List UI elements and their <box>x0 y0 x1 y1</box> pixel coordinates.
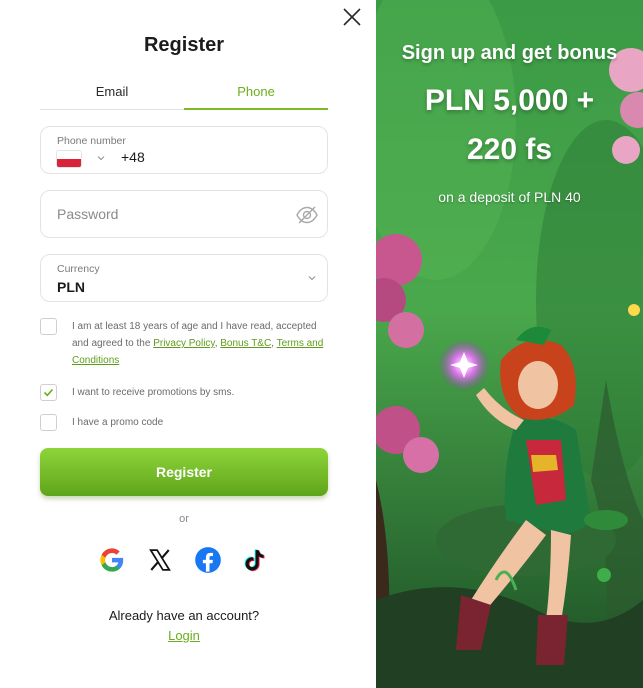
promo-deposit-condition: on a deposit of PLN 40 <box>438 189 581 205</box>
register-tabs: Email Phone <box>40 82 328 110</box>
currency-label: Currency <box>57 263 100 275</box>
register-panel: Register Email Phone Phone number +48 Cu… <box>0 0 376 688</box>
register-button[interactable]: Register <box>40 448 328 496</box>
x-icon[interactable] <box>146 546 174 574</box>
promo-banner: Sign up and get bonus PLN 5,000 + 220 fs… <box>376 0 643 688</box>
bonus-tc-link[interactable]: Bonus T&C <box>220 338 271 349</box>
eye-off-icon[interactable] <box>295 203 319 227</box>
social-login <box>96 546 276 574</box>
promo-code-checkbox[interactable] <box>40 414 57 431</box>
terms-text: I am at least 18 years of age and I have… <box>72 321 324 366</box>
account-question: Already have an account? <box>108 608 260 623</box>
sms-promotions-text: I want to receive promotions by sms. <box>72 387 235 398</box>
chevron-down-icon[interactable] <box>96 153 106 163</box>
currency-value[interactable]: PLN <box>57 279 85 295</box>
poland-flag-icon[interactable] <box>57 151 81 167</box>
tab-phone[interactable]: Phone <box>184 82 328 110</box>
close-icon[interactable] <box>340 5 364 29</box>
checkmark-icon <box>43 388 54 397</box>
promo-title: Sign up and get bonus <box>401 42 618 64</box>
password-field[interactable] <box>40 190 328 238</box>
sms-promotions-row: I want to receive promotions by sms. <box>40 384 330 401</box>
chevron-down-icon[interactable] <box>307 273 317 283</box>
login-link[interactable]: Login <box>40 628 328 643</box>
terms-checkbox[interactable] <box>40 318 57 335</box>
password-input[interactable] <box>57 191 277 237</box>
phone-country-code[interactable]: +48 <box>121 149 145 165</box>
currency-select[interactable]: Currency PLN <box>40 254 328 302</box>
privacy-policy-link[interactable]: Privacy Policy <box>153 338 215 349</box>
promo-free-spins: 220 fs <box>466 133 553 166</box>
tab-email[interactable]: Email <box>40 82 184 110</box>
sms-promotions-checkbox[interactable] <box>40 384 57 401</box>
tiktok-icon[interactable] <box>242 546 270 574</box>
modal-title: Register <box>143 34 225 56</box>
phone-number-label: Phone number <box>57 135 126 147</box>
google-icon[interactable] <box>98 546 126 574</box>
promo-code-text: I have a promo code <box>72 417 164 428</box>
or-divider: or <box>179 513 189 525</box>
facebook-icon[interactable] <box>194 546 222 574</box>
promo-code-row: I have a promo code <box>40 414 330 431</box>
phone-number-field[interactable]: Phone number +48 <box>40 126 328 174</box>
terms-consent-row: I am at least 18 years of age and I have… <box>40 318 330 369</box>
promo-bonus-amount: PLN 5,000 + <box>424 84 595 117</box>
